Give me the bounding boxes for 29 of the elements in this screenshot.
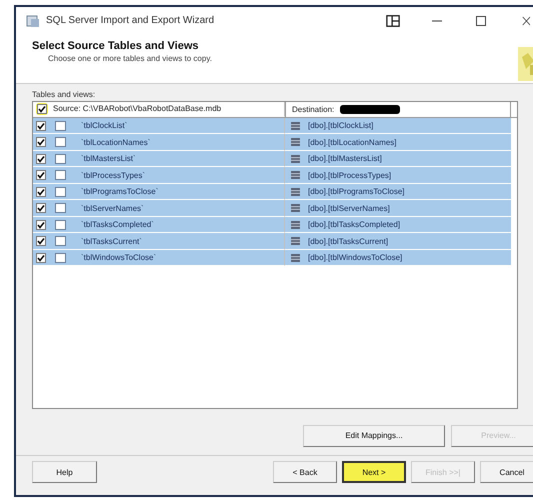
destination-table-name: [dbo].[tblLocationNames] [308, 138, 396, 146]
source-table-name: `tblWindowsToClose` [81, 253, 156, 262]
destination-table-name: [dbo].[tblClockList] [308, 121, 374, 130]
window-title: SQL Server Import and Export Wizard [46, 15, 214, 26]
source-table-name: `tblServerNames` [81, 204, 144, 212]
source-table-name: `tblTasksCompleted` [81, 220, 154, 229]
destination-table-name: [dbo].[tblProcessTypes] [308, 170, 392, 180]
destination-table-name: [dbo].[tblProgramsToClose] [308, 187, 404, 196]
wizard-nav-button[interactable]: Next > [342, 461, 406, 484]
source-table-name: `tblProcessTypes` [81, 170, 146, 180]
destination-table-name: [dbo].[tblServerNames] [308, 204, 390, 212]
column-header: Source: C:\VBARobot\VbaRobotDataBase.mdb [53, 104, 222, 114]
help-button[interactable]: Help [32, 461, 97, 484]
page-title: Select Source Tables and Views [32, 40, 200, 52]
page-subtitle: Choose one or more tables and views to copy. [47, 54, 213, 63]
destination-table-name: [dbo].[tblMastersList] [308, 154, 382, 163]
source-table-name: `tblTasksCurrent` [81, 236, 142, 246]
destination-table-name: [dbo].[tblTasksCompleted] [308, 220, 400, 229]
source-table-name: `tblMastersList` [81, 154, 136, 163]
destination-table-name: [dbo].[tblTasksCurrent] [308, 236, 388, 246]
destination-table-name: [dbo].[tblWindowsToClose] [308, 253, 402, 262]
edit-mappings-button[interactable]: Edit Mappings... [303, 424, 445, 447]
wizard-nav-button[interactable]: < Back [273, 461, 337, 484]
source-table-name: `tblClockList` [81, 121, 128, 130]
wizard-nav-button[interactable]: Cancel [480, 461, 533, 484]
source-table-name: `tblProgramsToClose` [81, 187, 158, 196]
grid-label: Tables and views: [32, 90, 96, 99]
column-header: Destination: [292, 104, 334, 114]
source-table-name: `tblLocationNames` [81, 138, 150, 146]
